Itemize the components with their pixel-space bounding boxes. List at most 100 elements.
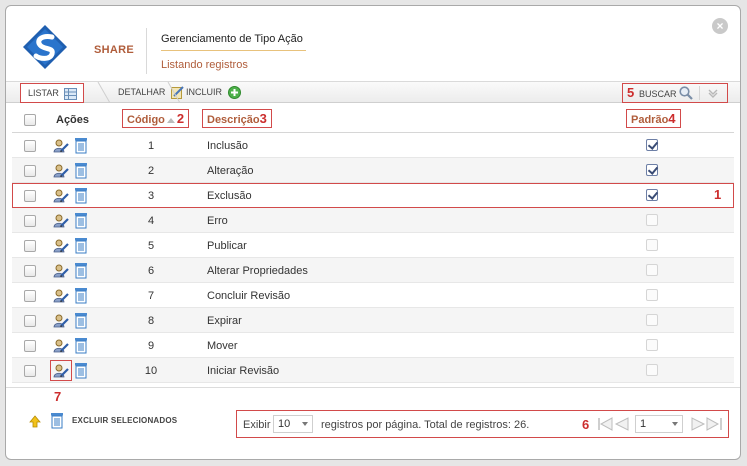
tab-incluir[interactable]: INCLUIR xyxy=(186,82,241,103)
page-size-select[interactable]: 10 xyxy=(273,415,313,433)
chevron-down-icon[interactable] xyxy=(707,87,719,99)
trash-icon[interactable] xyxy=(74,287,88,304)
row-description: Exclusão xyxy=(207,190,252,202)
table-row[interactable]: 9 Mover xyxy=(12,333,734,358)
row-checkbox[interactable] xyxy=(24,265,36,277)
padrao-checkbox[interactable] xyxy=(646,139,658,151)
row-checkbox[interactable] xyxy=(24,140,36,152)
tab-listar-label: LISTAR xyxy=(28,88,59,98)
table-row[interactable]: 6 Alterar Propriedades xyxy=(12,258,734,283)
page-size-value: 10 xyxy=(278,418,291,430)
arrow-up-icon[interactable] xyxy=(28,414,42,428)
table-row[interactable]: 5 Publicar xyxy=(12,233,734,258)
trash-icon[interactable] xyxy=(74,162,88,179)
page-subtitle: Listando registros xyxy=(161,59,248,71)
edit-icon[interactable] xyxy=(53,313,69,329)
trash-icon[interactable] xyxy=(74,237,88,254)
grid-header-row: Ações Código 2 Descrição3 Padrão4 xyxy=(12,105,734,133)
edit-icon[interactable] xyxy=(53,213,69,229)
row-checkbox[interactable] xyxy=(24,315,36,327)
padrao-checkbox[interactable] xyxy=(646,189,658,201)
edit-icon[interactable] xyxy=(53,338,69,354)
add-icon xyxy=(227,86,241,100)
footer: 7 EXCLUIR SELECIONADOS Exibir 10 registr… xyxy=(6,387,740,461)
row-code: 6 xyxy=(147,265,155,277)
table-row[interactable]: 10 Iniciar Revisão xyxy=(12,358,734,383)
table-row[interactable]: 7 Concluir Revisão xyxy=(12,283,734,308)
row-code: 1 xyxy=(147,140,155,152)
trash-icon[interactable] xyxy=(74,337,88,354)
tab-incluir-label: INCLUIR xyxy=(186,87,223,97)
row-description: Concluir Revisão xyxy=(207,290,291,302)
show-label: Exibir xyxy=(243,419,271,431)
sort-asc-icon xyxy=(166,117,175,123)
row-code: 2 xyxy=(147,165,155,177)
row-checkbox[interactable] xyxy=(24,365,36,377)
table-row[interactable]: 8 Expirar xyxy=(12,308,734,333)
search-icon[interactable] xyxy=(679,86,693,100)
select-all-checkbox[interactable] xyxy=(24,114,36,126)
callout-7: 7 xyxy=(54,389,62,404)
edit-icon[interactable] xyxy=(53,263,69,279)
table-row[interactable]: 2 Alteração xyxy=(12,158,734,183)
row-description: Alterar Propriedades xyxy=(207,265,308,277)
padrao-checkbox xyxy=(646,314,658,326)
header: SHARE Gerenciamento de Tipo Ação Listand… xyxy=(6,6,740,84)
padrao-checkbox xyxy=(646,239,658,251)
delete-selected-button[interactable]: EXCLUIR SELECIONADOS xyxy=(72,416,177,425)
tab-listar[interactable]: LISTAR xyxy=(20,83,84,103)
title-underline xyxy=(161,50,306,51)
row-code: 7 xyxy=(147,290,155,302)
column-padrao[interactable]: Padrão4 xyxy=(626,109,681,128)
callout-4: 4 xyxy=(668,111,676,126)
chevron-down-icon xyxy=(672,422,678,426)
page-select[interactable]: 1 xyxy=(635,415,683,433)
edit-action-highlight xyxy=(50,360,72,381)
row-checkbox[interactable] xyxy=(24,215,36,227)
column-acoes: Ações xyxy=(56,114,90,126)
search-label: BUSCAR xyxy=(639,89,677,99)
row-code: 4 xyxy=(147,215,155,227)
trash-icon[interactable] xyxy=(74,212,88,229)
row-description: Erro xyxy=(207,215,228,227)
column-descricao[interactable]: Descrição3 xyxy=(202,109,272,128)
trash-icon[interactable] xyxy=(74,187,88,204)
table-row[interactable]: 1 Inclusão xyxy=(12,133,734,158)
edit-icon[interactable] xyxy=(53,138,69,154)
row-code: 10 xyxy=(144,365,158,377)
row-checkbox[interactable] xyxy=(24,165,36,177)
trash-icon[interactable] xyxy=(74,362,88,379)
column-codigo[interactable]: Código 2 xyxy=(122,109,190,128)
search-area[interactable]: 5 BUSCAR xyxy=(622,83,728,103)
next-last-page-icon[interactable] xyxy=(689,416,723,432)
row-checkbox[interactable] xyxy=(24,290,36,302)
edit-icon[interactable] xyxy=(53,288,69,304)
row-description: Iniciar Revisão xyxy=(207,365,280,377)
padrao-checkbox xyxy=(646,339,658,351)
table-row[interactable]: 4 Erro xyxy=(12,208,734,233)
padrao-checkbox[interactable] xyxy=(646,164,658,176)
row-checkbox[interactable] xyxy=(24,340,36,352)
column-padrao-label: Padrão xyxy=(631,114,669,126)
row-checkbox[interactable] xyxy=(24,190,36,202)
trash-icon[interactable] xyxy=(74,312,88,329)
toolbar: LISTAR DETALHAR INCLUIR 5 BUSCAR xyxy=(6,81,740,103)
row-description: Inclusão xyxy=(207,140,248,152)
row-code: 8 xyxy=(147,315,155,327)
column-codigo-label: Código xyxy=(127,114,165,126)
edit-icon[interactable] xyxy=(53,163,69,179)
callout-2: 2 xyxy=(176,111,185,126)
list-icon xyxy=(64,87,78,100)
trash-icon[interactable] xyxy=(50,412,64,429)
row-code: 9 xyxy=(147,340,155,352)
pagination-bar: Exibir 10 registros por página. Total de… xyxy=(236,410,729,438)
trash-icon[interactable] xyxy=(74,262,88,279)
row-description: Mover xyxy=(207,340,238,352)
edit-icon[interactable] xyxy=(53,238,69,254)
edit-icon[interactable] xyxy=(53,188,69,204)
first-prev-page-icon[interactable] xyxy=(597,416,631,432)
table-row[interactable]: 3 Exclusão 1 xyxy=(12,183,734,208)
tab-divider xyxy=(97,82,111,103)
trash-icon[interactable] xyxy=(74,137,88,154)
row-checkbox[interactable] xyxy=(24,240,36,252)
